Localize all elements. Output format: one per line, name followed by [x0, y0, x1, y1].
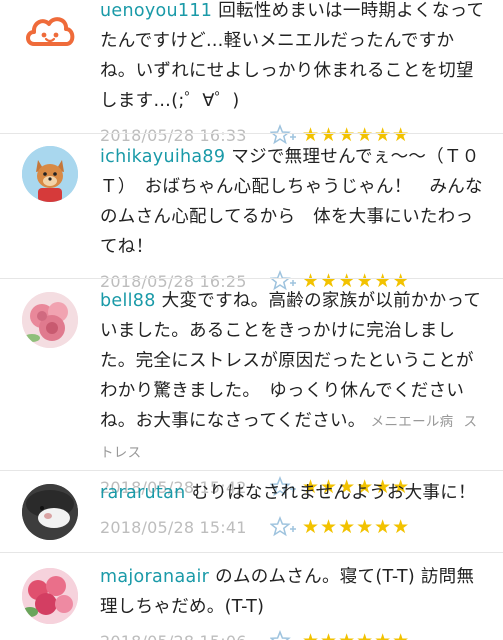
username-link[interactable]: majoranaair [100, 567, 209, 587]
username-link[interactable]: bell88 [100, 291, 156, 311]
divider [0, 470, 503, 471]
add-star-icon[interactable] [269, 515, 296, 538]
rose-bouquet-photo [22, 568, 78, 624]
avatar[interactable] [22, 146, 78, 202]
timestamp: 2018/05/28 15:41 [100, 517, 247, 537]
avatar[interactable] [22, 292, 78, 348]
comment-text: majoranaair のムのムさん。寝て(T-T) 訪問無理しちゃだめ。(T-T… [100, 567, 475, 617]
add-star-icon[interactable] [269, 629, 296, 640]
dog-character [22, 146, 78, 202]
star-rating: ★★★★★★ [302, 516, 411, 538]
avatar[interactable] [22, 6, 78, 62]
divider [0, 552, 503, 553]
username-link[interactable]: rararutan [100, 483, 186, 503]
comment-text: ichikayuiha89 マジで無理せんでぇ〜〜（Ｔ０Ｔ） おばちゃん心配しちゃ… [100, 147, 483, 257]
comment-text: rararutan むりはなされませんようお大事に！ [100, 483, 476, 503]
comment-list: uenoyou111 回転性めまいは一時期よくなってたんですけど…軽いメニエルだっ… [0, 0, 503, 640]
avatar[interactable] [22, 568, 78, 624]
comment-meta: 2018/05/28 15:41 ★★★★★★ [100, 512, 487, 542]
divider [0, 133, 503, 134]
avatar[interactable] [22, 484, 78, 540]
comment-meta: 2018/05/28 15:06 ★★★★★★ [100, 626, 487, 640]
star-rating: ★★★★★★ [302, 630, 410, 640]
username-link[interactable]: uenoyou111 [100, 1, 212, 21]
username-link[interactable]: ichikayuiha89 [100, 147, 225, 167]
cloud-face-icon [26, 17, 75, 46]
animal-photo [22, 484, 78, 540]
pink-rose-photo [22, 292, 78, 348]
comment-text: bell88 大変ですね。高齢の家族が以前かかっていました。あることをきっかけに完… [100, 291, 482, 461]
comment-text: uenoyou111 回転性めまいは一時期よくなってたんですけど…軽いメニエルだっ… [100, 1, 485, 111]
tag-link[interactable]: メニエール病 [371, 414, 454, 430]
divider [0, 278, 503, 279]
timestamp: 2018/05/28 15:06 [100, 632, 270, 640]
